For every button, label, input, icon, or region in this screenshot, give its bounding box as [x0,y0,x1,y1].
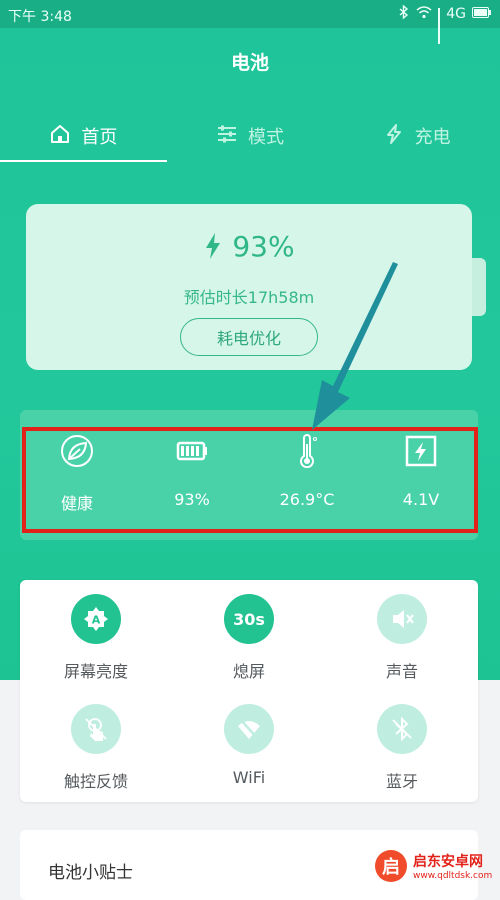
quick-screen-timeout[interactable]: 30s 熄屏 [173,594,325,682]
quick-wifi[interactable]: WiFi [173,704,325,787]
touch-icon [71,704,121,754]
battery-percent-value: 93% [232,230,295,263]
watermark-logo: 启 [375,850,407,882]
quick-screen-timeout-label: 熄屏 [232,662,265,681]
battery-card: 93% 预估时长17h58m 耗电优化 [26,204,472,370]
wifi-off-icon [224,704,274,754]
sliders-icon [216,123,238,150]
tab-mode[interactable]: 模式 [167,110,334,162]
battery-estimate: 预估时长17h58m [183,288,315,307]
quick-bluetooth-label: 蓝牙 [385,772,418,791]
wifi-status-icon [416,5,432,23]
tab-charge[interactable]: 充电 [333,110,500,162]
battery-percent: 93% [26,230,472,263]
quick-sound-label: 声音 [385,662,418,681]
lightning-icon [383,123,405,150]
watermark-url: www.qdltdsk.com [413,871,493,881]
mute-icon [377,594,427,644]
status-icons: 4G [398,4,492,44]
optimize-button[interactable]: 耗电优化 [180,318,318,356]
network-type: 4G [446,6,466,22]
battery-terminal [472,258,486,316]
quick-touch-feedback-label: 触控反馈 [63,772,128,791]
quick-wifi-label: WiFi [232,768,266,787]
quick-touch-feedback[interactable]: 触控反馈 [20,704,172,792]
battery-status-icon [472,6,492,22]
timer-icon: 30s [224,594,274,644]
tips-title: 电池小贴士 [48,863,133,883]
brightness-icon: A [71,594,121,644]
tab-charge-label: 充电 [414,127,451,148]
app-title: 电池 [230,52,269,74]
quick-bluetooth[interactable]: 蓝牙 [326,704,478,792]
tab-home-label: 首页 [81,127,118,148]
watermark: 启 启东安卓网 www.qdltdsk.com [375,846,495,886]
bluetooth-icon [377,704,427,754]
watermark-name: 启东安卓网 [413,854,483,870]
status-time: 下午 3:48 [8,9,72,25]
quick-settings-card: A 屏幕亮度 30s 熄屏 声音 触控反馈 WiFi 蓝牙 [20,580,478,802]
charging-bolt-icon [206,233,221,259]
tab-mode-label: 模式 [248,127,284,148]
svg-text:A: A [92,614,101,627]
quick-brightness-label: 屏幕亮度 [63,662,128,681]
annotation-highlight-box [22,427,478,533]
quick-sound[interactable]: 声音 [326,594,478,682]
tab-home[interactable]: 首页 [0,110,167,162]
tab-bar: 首页 模式 充电 [0,110,500,162]
quick-brightness[interactable]: A 屏幕亮度 [20,594,172,682]
signal-icon [438,8,441,44]
status-bar: 下午 3:48 4G [0,0,500,44]
bluetooth-status-icon [398,4,410,23]
home-icon [49,123,71,150]
